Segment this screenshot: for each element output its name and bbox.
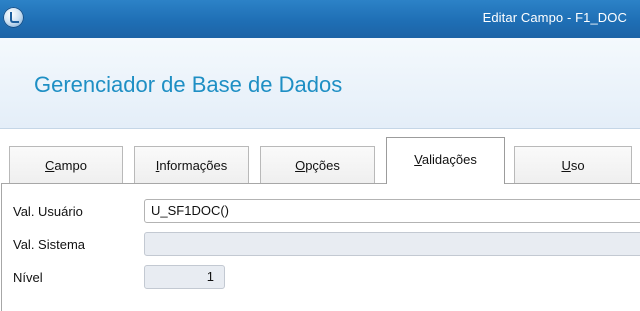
app-window: Editar Campo - F1_DOC Gerenciador de Bas… bbox=[0, 0, 640, 311]
tab-uso-mnemonic: U bbox=[561, 158, 571, 173]
tab-validacoes[interactable]: Validações bbox=[386, 137, 505, 184]
tab-campo-label: ampo bbox=[54, 158, 87, 173]
val-usuario-input[interactable]: U_SF1DOC() bbox=[144, 199, 640, 223]
tab-uso[interactable]: Uso bbox=[514, 146, 632, 183]
tab-opcoes-label: pções bbox=[305, 158, 340, 173]
window-title: Editar Campo - F1_DOC bbox=[482, 10, 627, 25]
tab-strip: Campo Informações Opções Validações Uso bbox=[0, 129, 640, 184]
tab-campo[interactable]: Campo bbox=[9, 146, 123, 183]
title-bar[interactable]: Editar Campo - F1_DOC bbox=[0, 0, 640, 38]
tab-opcoes[interactable]: Opções bbox=[260, 146, 375, 183]
tab-validacoes-mnemonic: V bbox=[414, 152, 422, 167]
validations-panel: Val. Usuário U_SF1DOC() Val. Sistema Nív… bbox=[1, 183, 640, 311]
tab-validacoes-label: alidações bbox=[421, 152, 477, 167]
val-sistema-input[interactable] bbox=[144, 232, 640, 256]
tab-campo-mnemonic: C bbox=[45, 158, 55, 173]
tab-uso-label: so bbox=[570, 158, 585, 173]
val-sistema-label: Val. Sistema bbox=[13, 237, 86, 252]
val-usuario-label: Val. Usuário bbox=[13, 204, 83, 219]
tab-opcoes-mnemonic: O bbox=[295, 158, 306, 173]
tab-informacoes[interactable]: Informações bbox=[134, 146, 249, 183]
header-band: Gerenciador de Base de Dados bbox=[0, 38, 640, 129]
page-title: Gerenciador de Base de Dados bbox=[34, 72, 343, 97]
app-logo-icon[interactable] bbox=[3, 7, 24, 28]
tab-informacoes-label: nformações bbox=[159, 158, 228, 173]
nivel-label: Nível bbox=[13, 270, 43, 285]
nivel-input[interactable]: 1 bbox=[144, 265, 225, 289]
